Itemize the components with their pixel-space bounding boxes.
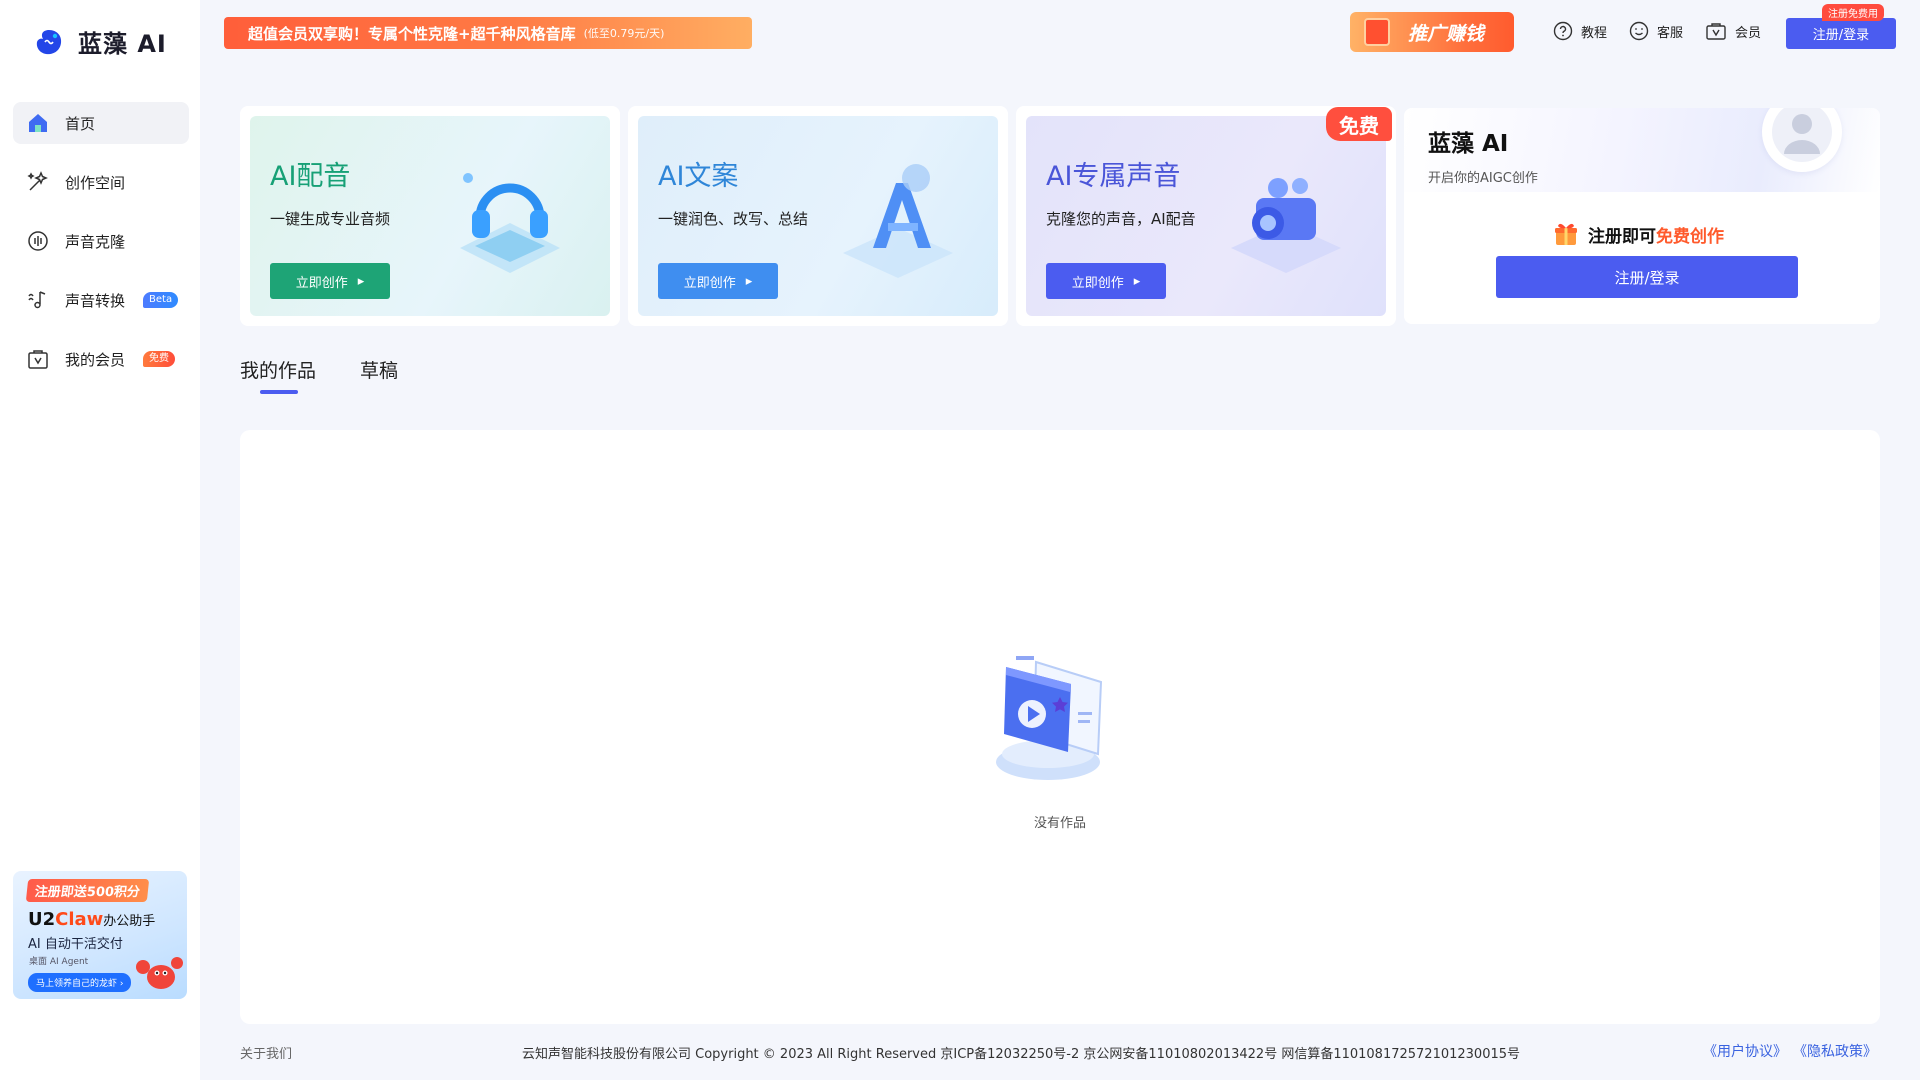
card-title: AI配音 xyxy=(270,161,351,192)
free-ribbon-badge: 免费 xyxy=(1326,107,1392,141)
membership-link[interactable]: 会员 xyxy=(1705,21,1761,41)
sparkle-icon xyxy=(25,169,51,195)
register-free-badge: 注册免费用 xyxy=(1822,4,1884,21)
login-card-subtitle: 开启你的AIGC创作 xyxy=(1428,171,1538,186)
privacy-policy-link[interactable]: 《隐私政策》 xyxy=(1793,1041,1877,1061)
member-promo-banner[interactable]: 超值会员双享购！专属个性克隆+超千种风格音库 (低至0.79元/天) xyxy=(224,17,752,49)
tab-my-works[interactable]: 我的作品 xyxy=(240,356,316,394)
footer-legal-links: 《用户协议》 《隐私政策》 xyxy=(1703,1041,1877,1061)
empty-works-text: 没有作品 xyxy=(1033,816,1086,831)
works-panel: 没有作品 xyxy=(240,430,1880,1024)
default-avatar-icon xyxy=(1772,108,1832,162)
promo-tag: 注册即送500积分 xyxy=(25,879,150,902)
ai-exclusive-voice-card-body: AI专属声音 克隆您的声音，AI配音 立即创作 ▸ xyxy=(1026,116,1386,316)
login-promo-highlight: 免费创作 xyxy=(1656,226,1724,247)
promo-title-claw: Claw xyxy=(55,909,104,930)
sidebar-promo-banner[interactable]: 注册即送500积分 U2Claw办公助手 AI 自动干活交付 桌面 AI Age… xyxy=(13,871,187,999)
sidebar-item-label: 声音转换 xyxy=(65,291,126,310)
user-agreement-link[interactable]: 《用户协议》 xyxy=(1703,1041,1787,1061)
button-label: 立即创作 xyxy=(683,275,736,291)
referral-promo-label: 推广赚钱 xyxy=(1407,22,1484,45)
login-promo-prefix: 注册即可 xyxy=(1588,226,1656,247)
member-promo-text: 超值会员双享购！专属个性克隆+超千种风格音库 xyxy=(248,24,576,43)
headphones-illustration-icon xyxy=(460,173,560,273)
ai-copywriting-create-button[interactable]: 立即创作 ▸ xyxy=(658,263,778,299)
sidebar: 蓝藻 AI 首页 创作空间 声音克隆 声音转换 Beta 我的会员 免费 注册即… xyxy=(0,0,200,1080)
promo-title-rest: 办公助手 xyxy=(103,914,156,929)
lobster-icon xyxy=(136,957,183,989)
header-links: 教程 客服 会员 xyxy=(1553,21,1761,41)
play-triangle-icon: ▸ xyxy=(1133,273,1141,289)
customer-service-link[interactable]: 客服 xyxy=(1629,21,1683,41)
sidebar-item-voice-clone[interactable]: 声音克隆 xyxy=(13,220,189,262)
tutorial-link[interactable]: 教程 xyxy=(1553,21,1607,41)
ai-dubbing-create-button[interactable]: 立即创作 ▸ xyxy=(270,263,390,299)
voice-wave-icon xyxy=(25,228,51,254)
tab-drafts[interactable]: 草稿 xyxy=(360,356,398,394)
ai-dubbing-card-body: AI配音 一键生成专业音频 立即创作 ▸ xyxy=(250,116,610,316)
tutorial-label: 教程 xyxy=(1581,25,1608,41)
referral-promo-button[interactable]: 推广赚钱 xyxy=(1350,12,1514,52)
membership-label: 会员 xyxy=(1735,25,1762,41)
sidebar-item-label: 首页 xyxy=(65,114,96,133)
gift-box-icon xyxy=(1555,223,1577,245)
sidebar-item-label: 创作空间 xyxy=(65,173,126,192)
about-us-link[interactable]: 关于我们 xyxy=(240,1043,292,1062)
play-triangle-icon: ▸ xyxy=(357,273,365,289)
promo-note: 桌面 AI Agent xyxy=(29,957,89,967)
login-promo-card: 蓝藻 AI 开启你的AIGC创作 注册即可 免费创作 注册/登录 xyxy=(1404,108,1880,324)
works-tabs: 我的作品 草稿 xyxy=(240,356,398,394)
sidebar-nav: 首页 创作空间 声音克隆 声音转换 Beta 我的会员 免费 xyxy=(13,102,189,397)
gift-icon xyxy=(1364,18,1390,46)
sidebar-item-creation-space[interactable]: 创作空间 xyxy=(13,161,189,203)
help-circle-icon xyxy=(1553,21,1573,41)
ai-copywriting-card-body: AI文案 一键润色、改写、总结 立即创作 ▸ xyxy=(638,116,998,316)
play-triangle-icon: ▸ xyxy=(745,273,753,289)
card-description: 克隆您的声音，AI配音 xyxy=(1046,210,1196,228)
sidebar-item-membership[interactable]: 我的会员 免费 xyxy=(13,338,189,380)
membership-icon xyxy=(25,346,51,372)
copyright-text: 云知声智能科技股份有限公司 Copyright © 2023 All Right… xyxy=(522,1047,1521,1062)
smile-icon xyxy=(1629,21,1649,41)
promo-adopt-label: 马上领养自己的龙虾 xyxy=(36,979,118,989)
button-label: 立即创作 xyxy=(1071,275,1124,291)
app-logo[interactable]: 蓝藻 AI xyxy=(34,24,167,59)
button-label: 立即创作 xyxy=(295,275,348,291)
card-description: 一键生成专业音频 xyxy=(270,210,391,228)
sidebar-item-home[interactable]: 首页 xyxy=(13,102,189,144)
member-promo-price: (低至0.79元/天) xyxy=(583,27,665,40)
ai-exclusive-voice-create-button[interactable]: 立即创作 ▸ xyxy=(1046,263,1166,299)
app-name: 蓝藻 AI xyxy=(78,30,167,58)
camera-illustration-icon xyxy=(1231,178,1341,273)
login-card-brand: 蓝藻 AI xyxy=(1428,131,1509,157)
promo-adopt-button[interactable]: 马上领养自己的龙虾 › xyxy=(28,973,132,992)
sidebar-item-label: 我的会员 xyxy=(65,350,126,369)
beta-badge: Beta xyxy=(143,292,179,308)
sidebar-item-label: 声音克隆 xyxy=(65,232,126,251)
empty-works-illustration-icon xyxy=(996,656,1103,780)
vip-bag-icon xyxy=(1706,23,1726,40)
login-register-button[interactable]: 注册/登录 xyxy=(1496,256,1798,298)
promo-title: U2Claw办公助手 xyxy=(28,909,155,930)
home-icon xyxy=(25,110,51,136)
promo-subtitle: AI 自动干活交付 xyxy=(28,937,123,952)
card-title: AI专属声音 xyxy=(1046,161,1181,192)
customer-service-label: 客服 xyxy=(1657,25,1684,41)
card-description: 一键润色、改写、总结 xyxy=(658,210,809,228)
login-promo-text: 注册即可 免费创作 xyxy=(1552,220,1724,248)
card-title: AI文案 xyxy=(658,161,739,192)
promo-title-u2: U2 xyxy=(28,909,56,930)
letter-a-illustration-icon xyxy=(843,164,953,278)
header-login-button[interactable]: 注册/登录 xyxy=(1786,18,1896,49)
free-badge: 免费 xyxy=(143,351,176,367)
voice-convert-icon xyxy=(25,287,51,313)
logo-icon xyxy=(36,29,62,54)
sidebar-item-voice-convert[interactable]: 声音转换 Beta xyxy=(13,279,189,321)
ai-dubbing-card[interactable]: AI配音 一键生成专业音频 立即创作 ▸ xyxy=(240,106,620,326)
ai-copywriting-card[interactable]: AI文案 一键润色、改写、总结 立即创作 ▸ xyxy=(628,106,1008,326)
